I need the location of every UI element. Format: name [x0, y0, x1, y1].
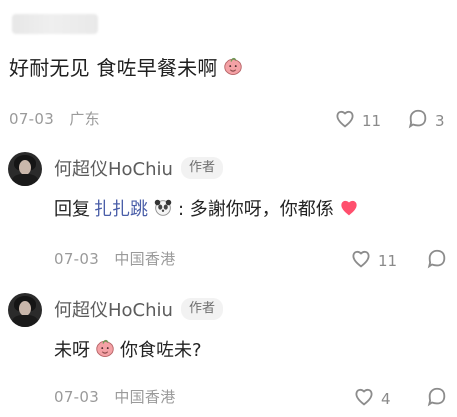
mentioned-user[interactable]: 扎扎跳 — [94, 195, 148, 221]
reply-2-reply-button[interactable] — [426, 386, 448, 412]
reply-2-like-count: 4 — [381, 390, 391, 408]
reply-1-location: 中国香港 — [114, 250, 176, 268]
reply-2-like-button[interactable]: 4 — [353, 386, 391, 412]
comment-location: 广东 — [69, 110, 100, 128]
reply-prefix: 回复 — [54, 199, 90, 220]
comment-thread: 好耐无见 食咗早餐未啊 07-03 广东 11 3 何超仪HoChiu 作者 回… — [0, 0, 457, 417]
comment-body: 好耐无见 食咗早餐未啊 — [9, 56, 218, 80]
reply-1-author-line: 何超仪HoChiu 作者 — [54, 155, 223, 181]
comment-bubble-icon — [407, 108, 429, 134]
comment-text: 好耐无见 食咗早餐未啊 — [9, 52, 244, 81]
peach-emoji-icon — [222, 56, 244, 78]
reply-1-like-button[interactable]: 11 — [350, 248, 397, 274]
comment-reply-count: 3 — [435, 112, 445, 130]
heart-red-icon — [338, 197, 360, 219]
reply-2-body-before: 未呀 — [54, 340, 90, 361]
reply-1-reply-button[interactable] — [426, 248, 448, 274]
reply-1-body: : 多謝你呀，你都係 — [178, 199, 334, 220]
reply-2-date-location: 07-03 中国香港 — [54, 386, 176, 407]
author-badge: 作者 — [180, 298, 223, 320]
heart-outline-icon — [350, 248, 372, 274]
reply-1-meta: 07-03 中国香港 11 — [0, 248, 457, 272]
heart-outline-icon — [334, 108, 356, 134]
reply-1-date: 07-03 — [54, 250, 100, 268]
reply-2-text: 未呀 你食咗未? — [54, 336, 202, 362]
reply-2-author-name[interactable]: 何超仪HoChiu — [54, 296, 173, 322]
comment-reply-button[interactable]: 3 — [407, 108, 445, 134]
reply-2-date: 07-03 — [54, 388, 100, 406]
comment-date-location: 07-03 广东 — [9, 108, 100, 129]
reply-1-author-name[interactable]: 何超仪HoChiu — [54, 155, 173, 181]
comment-date: 07-03 — [9, 110, 55, 128]
comment-like-count: 11 — [362, 112, 382, 130]
reply-1-like-count: 11 — [378, 252, 398, 270]
reply-2-body-after: 你食咗未? — [120, 340, 202, 361]
comment-like-button[interactable]: 11 — [334, 108, 381, 134]
reply-2-location: 中国香港 — [114, 388, 176, 406]
comment-bubble-icon — [426, 386, 448, 412]
reply-1-text: 回复 扎扎跳 : 多謝你呀，你都係 — [54, 195, 360, 221]
comment-meta: 07-03 广东 11 3 — [0, 108, 457, 132]
reply-2-author-line: 何超仪HoChiu 作者 — [54, 296, 223, 322]
comment-bubble-icon — [426, 248, 448, 274]
avatar[interactable] — [8, 293, 42, 327]
peach-emoji-icon — [94, 338, 116, 360]
reply-1-date-location: 07-03 中国香港 — [54, 248, 176, 269]
author-badge: 作者 — [180, 157, 223, 179]
panda-emoji-icon — [152, 197, 174, 219]
heart-outline-icon — [353, 386, 375, 412]
reply-2-meta: 07-03 中国香港 4 — [0, 386, 457, 410]
avatar[interactable] — [8, 152, 42, 186]
blurred-username — [12, 14, 98, 34]
